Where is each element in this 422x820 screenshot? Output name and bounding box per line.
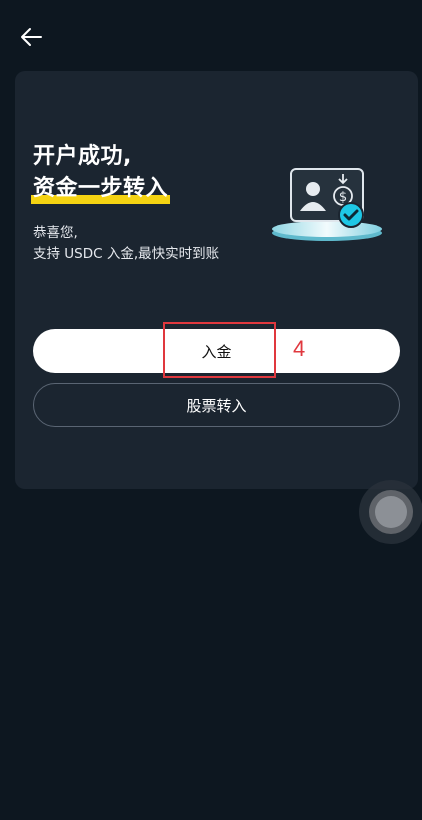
stock-transfer-button-label: 股票转入	[186, 396, 247, 415]
annotation-label: 4	[293, 336, 306, 361]
headline-line2-text: 资金一步转入	[33, 176, 169, 201]
back-button[interactable]	[14, 22, 48, 52]
headline: 开户成功, 资金一步转入	[31, 141, 171, 205]
headline-line2: 资金一步转入	[31, 173, 171, 205]
subtitle-line1: 恭喜您,	[33, 225, 78, 241]
stock-transfer-button[interactable]: 股票转入	[33, 383, 400, 427]
svg-text:$: $	[339, 190, 347, 205]
assistive-touch-core	[375, 496, 407, 528]
arrow-left-icon	[21, 28, 42, 46]
assistive-touch-icon	[369, 490, 413, 534]
user-card-dollar-check-icon: $	[272, 168, 382, 241]
annotation-box	[163, 322, 276, 378]
subtitle-line2: 支持 USDC 入金,最快实时到账	[33, 246, 220, 262]
success-card: 开户成功, 资金一步转入 恭喜您, 支持 USDC 入金,最快实时到账 $ 入金	[15, 71, 418, 489]
assistive-touch-button[interactable]	[359, 480, 422, 544]
headline-line1: 开户成功,	[33, 144, 132, 169]
subtitle: 恭喜您, 支持 USDC 入金,最快实时到账	[33, 223, 219, 265]
